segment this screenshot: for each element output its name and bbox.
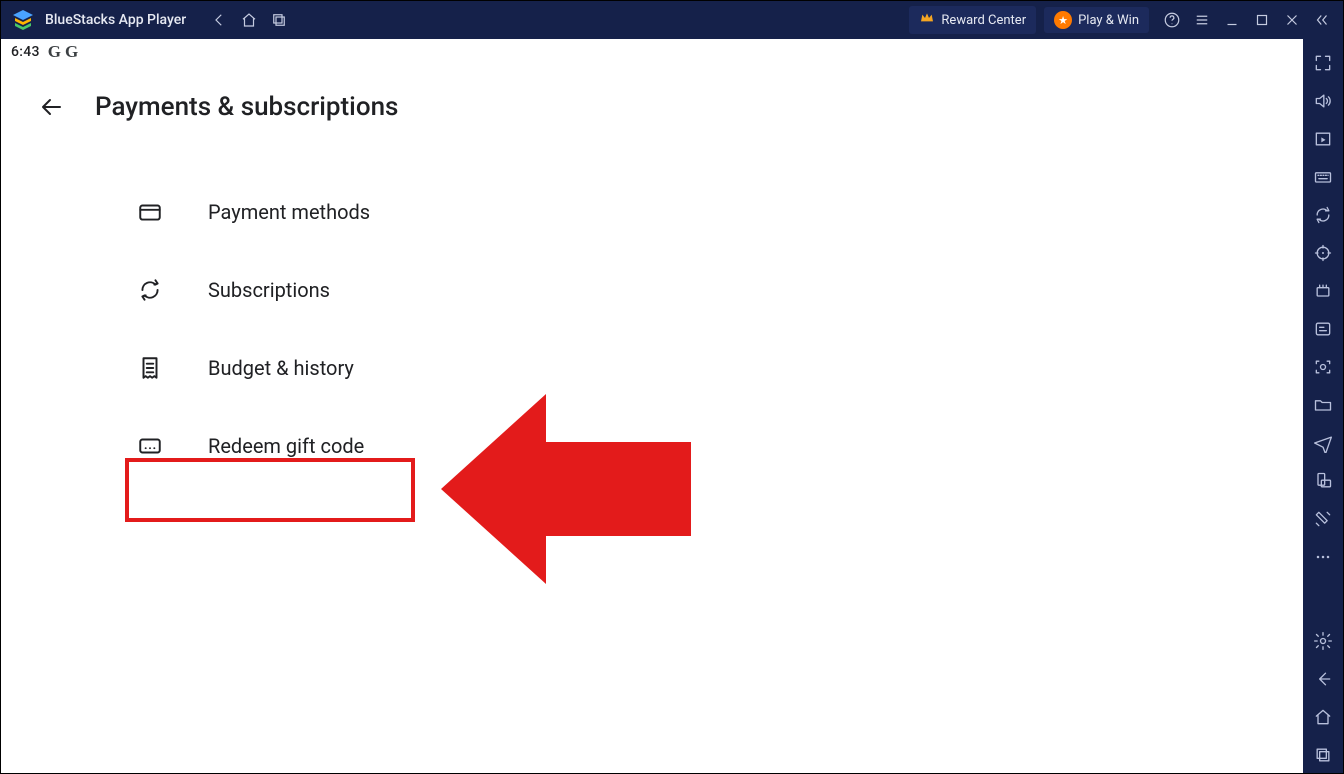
volume-icon[interactable]: [1305, 83, 1341, 119]
menu-item-label: Redeem gift code: [208, 434, 364, 458]
shake-icon[interactable]: [1305, 501, 1341, 537]
lock-cursor-icon[interactable]: [1305, 121, 1341, 157]
install-apk-icon[interactable]: [1305, 311, 1341, 347]
play-and-win-button[interactable]: ★ Play & Win: [1044, 7, 1149, 33]
google-status-icon: G: [65, 42, 78, 62]
menu-item-subscriptions[interactable]: Subscriptions: [136, 251, 1303, 329]
android-status-bar: 6:43 G G: [1, 39, 1303, 65]
rotate-icon[interactable]: [1305, 463, 1341, 499]
airplane-mode-icon[interactable]: [1305, 425, 1341, 461]
page-title: Payments & subscriptions: [95, 92, 398, 122]
location-icon[interactable]: [1305, 235, 1341, 271]
nav-back-button[interactable]: [204, 5, 234, 35]
payments-menu-list: Payment methods Subscriptions Budget & h…: [1, 133, 1303, 485]
android-recents-icon[interactable]: [1305, 737, 1341, 773]
nav-recents-button[interactable]: [264, 5, 294, 35]
card-icon: [136, 198, 164, 226]
google-status-icon: G: [48, 42, 61, 62]
clock-text: 6:43: [11, 44, 40, 60]
settings-icon[interactable]: [1305, 623, 1341, 659]
reward-center-button[interactable]: Reward Center: [909, 6, 1036, 34]
play-and-win-label: Play & Win: [1078, 13, 1139, 28]
app-title: BlueStacks App Player: [45, 12, 186, 28]
sync-icon: [136, 276, 164, 304]
crown-icon: [919, 10, 935, 30]
android-viewport: 6:43 G G Payments & subscriptions Paymen…: [1, 39, 1303, 773]
reward-center-label: Reward Center: [941, 13, 1026, 28]
page-back-button[interactable]: [35, 91, 67, 123]
menu-item-label: Budget & history: [208, 356, 354, 380]
receipt-icon: [136, 354, 164, 382]
sync-icon[interactable]: [1305, 197, 1341, 233]
memory-trim-icon[interactable]: [1305, 273, 1341, 309]
menu-item-payment-methods[interactable]: Payment methods: [136, 173, 1303, 251]
bluestacks-side-toolbar: [1303, 39, 1343, 773]
bluestacks-logo-icon: [11, 8, 35, 32]
help-button[interactable]: [1157, 5, 1187, 35]
collapse-sidebar-button[interactable]: [1307, 5, 1337, 35]
more-icon[interactable]: [1305, 539, 1341, 575]
media-folder-icon[interactable]: [1305, 387, 1341, 423]
fullscreen-icon[interactable]: [1305, 45, 1341, 81]
menu-item-label: Subscriptions: [208, 278, 330, 302]
menu-item-redeem-gift-code[interactable]: Redeem gift code: [136, 407, 1303, 485]
android-back-icon[interactable]: [1305, 661, 1341, 697]
menu-item-budget-history[interactable]: Budget & history: [136, 329, 1303, 407]
window-minimize-button[interactable]: [1217, 5, 1247, 35]
bluestacks-title-bar: BlueStacks App Player Reward Center ★ Pl…: [1, 1, 1343, 39]
nav-home-button[interactable]: [234, 5, 264, 35]
star-icon: ★: [1054, 11, 1072, 29]
keyboard-controls-icon[interactable]: [1305, 159, 1341, 195]
window-maximize-button[interactable]: [1247, 5, 1277, 35]
giftcode-icon: [136, 432, 164, 460]
menu-item-label: Payment methods: [208, 200, 370, 224]
screenshot-icon[interactable]: [1305, 349, 1341, 385]
android-home-icon[interactable]: [1305, 699, 1341, 735]
window-close-button[interactable]: [1277, 5, 1307, 35]
menu-button[interactable]: [1187, 5, 1217, 35]
